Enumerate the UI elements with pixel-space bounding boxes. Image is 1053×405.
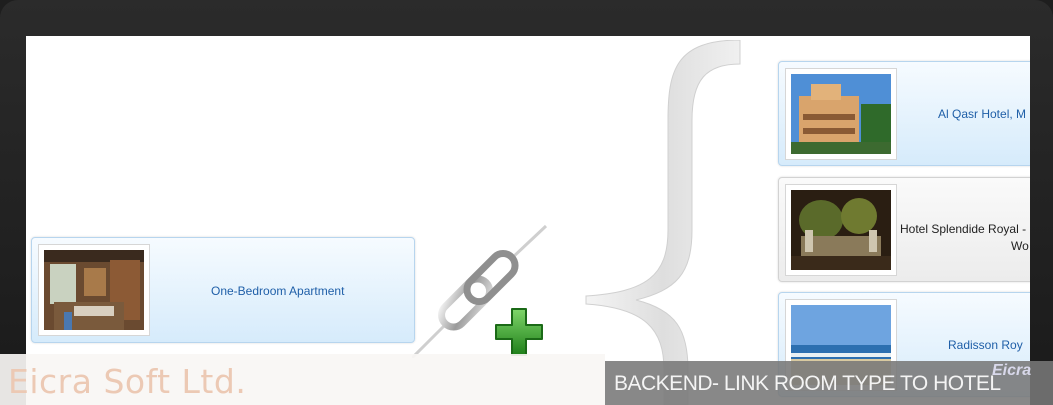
screen: One-Bedroom Apartment Al Qasr Hotel, M H…: [26, 36, 1030, 405]
hotel-label-line1: Hotel Splendide Royal -: [900, 222, 1027, 236]
curly-brace: [585, 40, 741, 405]
hotel-photo: [785, 68, 897, 160]
hotel-card[interactable]: Hotel Splendide Royal - Wo: [778, 177, 1030, 282]
hotel-label: Radisson Roy: [948, 338, 1023, 352]
caption-text: BACKEND- LINK ROOM TYPE TO HOTEL: [614, 372, 1001, 395]
hotel-label-line2: Wo: [1011, 239, 1029, 253]
hotel-photo: [785, 184, 897, 276]
hotel-photo-image: [791, 74, 891, 154]
room-photo: [38, 244, 150, 336]
brand-name: Eicra Soft Ltd.: [8, 362, 247, 401]
room-type-label: One-Bedroom Apartment: [211, 284, 345, 298]
hotel-label: Al Qasr Hotel, M: [938, 107, 1027, 121]
room-photo-image: [44, 250, 144, 330]
plus-icon: [495, 308, 543, 356]
hotel-card[interactable]: Al Qasr Hotel, M: [778, 61, 1030, 166]
hotel-photo-image: [791, 190, 891, 270]
eicra-logo: Eicra: [992, 362, 1032, 379]
room-type-card[interactable]: One-Bedroom Apartment: [31, 237, 415, 343]
